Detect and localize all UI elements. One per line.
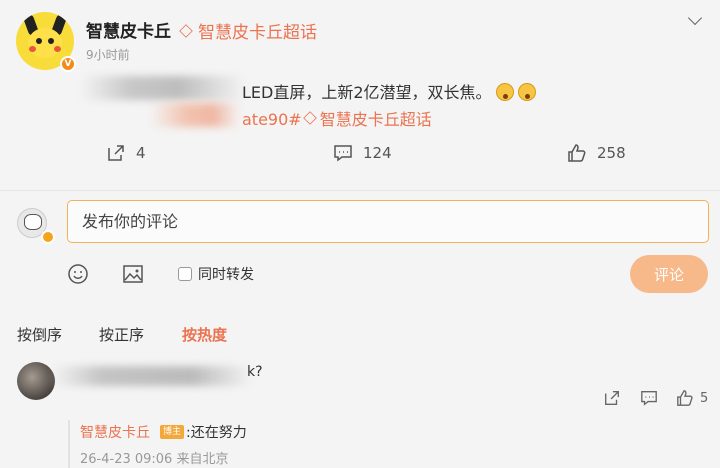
comment-button[interactable]: 124 <box>333 143 392 163</box>
reply-divider <box>68 420 70 468</box>
post-timestamp[interactable]: 9小时前 <box>86 46 130 63</box>
sort-tab-asc[interactable]: 按正序 <box>99 324 144 345</box>
like-button[interactable]: 258 <box>567 143 626 163</box>
comment-input[interactable] <box>67 200 709 243</box>
diamond-icon <box>179 24 193 38</box>
comment-share-button[interactable] <box>603 389 621 407</box>
thumbs-up-icon <box>677 390 693 406</box>
post-text-line2[interactable]: ate90# 智慧皮卡丘超话 <box>242 106 432 130</box>
redacted-text-blur <box>52 366 252 386</box>
repost-button[interactable]: 4 <box>106 143 146 163</box>
comment-icon <box>334 145 352 162</box>
post-text: LED直屏，上新2亿潜望，双长焦。 <box>242 83 492 102</box>
like-count: 258 <box>597 144 626 162</box>
reply-meta: 26-4-23 09:06 来自北京 <box>80 452 229 467</box>
emoji-icon <box>495 83 514 101</box>
chevron-down-icon[interactable] <box>687 10 703 26</box>
redacted-text-blur <box>150 103 240 127</box>
emoji-icon <box>517 83 536 101</box>
checkbox-box[interactable] <box>178 267 192 281</box>
user-badge-icon <box>41 230 55 244</box>
supertopic-label: 智慧皮卡丘超话 <box>198 23 317 43</box>
comment-count: 124 <box>363 144 392 162</box>
reply-author[interactable]: 智慧皮卡丘 <box>80 422 150 442</box>
reply-text: :还在努力 <box>186 425 247 441</box>
comment-like-button[interactable]: 5 <box>676 389 708 407</box>
share-icon <box>108 145 124 161</box>
sort-tab-hot[interactable]: 按热度 <box>182 324 227 345</box>
post-text-line1: LED直屏，上新2亿潜望，双长焦。 <box>242 79 536 103</box>
op-badge: 博主 <box>160 425 185 439</box>
repost-checkbox-label: 同时转发 <box>198 267 254 283</box>
post-card: V 智慧皮卡丘 智慧皮卡丘超话 9小时前 LED直屏，上新2亿潜望，双长焦。 a… <box>0 0 720 190</box>
diamond-icon <box>302 111 317 125</box>
commenter-avatar[interactable] <box>17 362 55 400</box>
submit-comment-button[interactable]: 评论 <box>630 255 708 293</box>
comment-reply-button[interactable] <box>640 389 658 407</box>
repost-checkbox[interactable]: 同时转发 <box>178 264 254 284</box>
hashtag-text: ate90# <box>242 110 302 129</box>
comment-text: k? <box>247 364 263 380</box>
comment-icon <box>641 391 657 406</box>
emoji-picker-icon[interactable] <box>67 263 89 285</box>
comment-like-count: 5 <box>700 390 709 406</box>
supertopic-link[interactable]: 智慧皮卡丘超话 <box>179 18 317 43</box>
supertopic-inline: 智慧皮卡丘超话 <box>319 110 432 129</box>
verified-badge-icon: V <box>60 56 76 72</box>
author-name[interactable]: 智慧皮卡丘 <box>86 17 171 42</box>
share-icon <box>605 391 619 405</box>
sort-tab-desc[interactable]: 按倒序 <box>17 324 62 345</box>
divider <box>0 190 720 191</box>
thumbs-up-icon <box>568 144 586 162</box>
image-upload-icon[interactable] <box>122 263 144 285</box>
redacted-text-blur <box>80 76 245 100</box>
repost-count: 4 <box>136 144 146 162</box>
